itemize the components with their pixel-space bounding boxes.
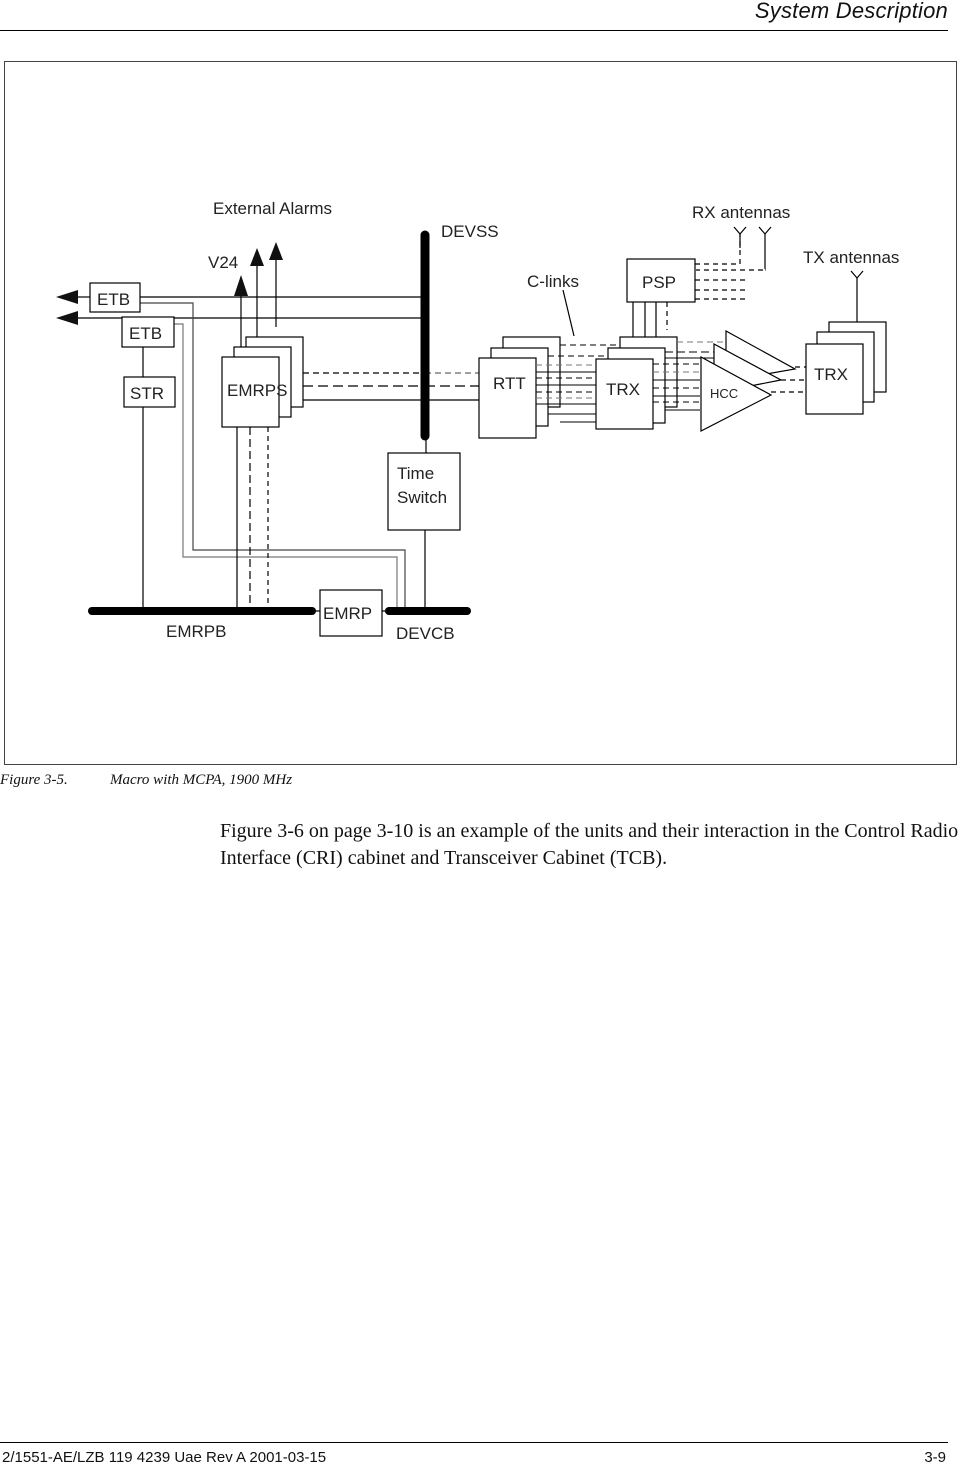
unit-psp: PSP — [642, 273, 676, 292]
label-external-alarms: External Alarms — [213, 199, 332, 218]
rx-antenna-icon — [758, 226, 772, 235]
unit-time-switch-line2: Switch — [397, 488, 447, 507]
arrow-up-icon — [269, 242, 283, 260]
unit-rtt: RTT — [493, 374, 526, 393]
unit-time-switch-line1: Time — [397, 464, 434, 483]
unit-trx-mid: TRX — [606, 380, 640, 399]
arrow-up-icon — [250, 248, 264, 266]
arrow-left-icon — [56, 290, 78, 304]
label-devss: DEVSS — [441, 222, 499, 241]
arrow-up-icon — [234, 275, 248, 296]
unit-emrps: EMRPS — [227, 381, 287, 400]
label-c-links: C-links — [527, 272, 579, 291]
figure-number: Figure 3-5. — [0, 772, 68, 788]
figure-caption-text: Macro with MCPA, 1900 MHz — [110, 772, 293, 788]
unit-hcc: HCC — [710, 386, 738, 401]
label-v24: V24 — [208, 253, 238, 272]
label-tx-antennas: TX antennas — [803, 248, 899, 267]
unit-etb-2: ETB — [129, 324, 162, 343]
unit-str: STR — [130, 384, 164, 403]
footer-doc-id: 2/1551-AE/LZB 119 4239 Uae Rev A 2001-03… — [2, 1449, 327, 1466]
body-paragraph: Figure 3-6 on page 3-10 is an example of… — [220, 820, 958, 869]
label-emrpb: EMRPB — [166, 622, 226, 641]
unit-etb-1: ETB — [97, 290, 130, 309]
footer-rule — [0, 1442, 948, 1443]
unit-trx-right: TRX — [814, 365, 848, 384]
figure-caption: Figure 3-5. Macro with MCPA, 1900 MHz — [0, 772, 292, 789]
rx-antenna-icon — [733, 226, 747, 235]
unit-emrp: EMRP — [323, 604, 372, 623]
label-devcb: DEVCB — [396, 624, 455, 643]
label-rx-antennas: RX antennas — [692, 203, 790, 222]
footer-page-number: 3-9 — [924, 1449, 946, 1466]
tx-antenna-icon — [850, 270, 864, 279]
arrow-left-icon — [56, 311, 78, 325]
system-diagram: External Alarms V24 DEVSS C-links RX ant… — [56, 199, 899, 643]
